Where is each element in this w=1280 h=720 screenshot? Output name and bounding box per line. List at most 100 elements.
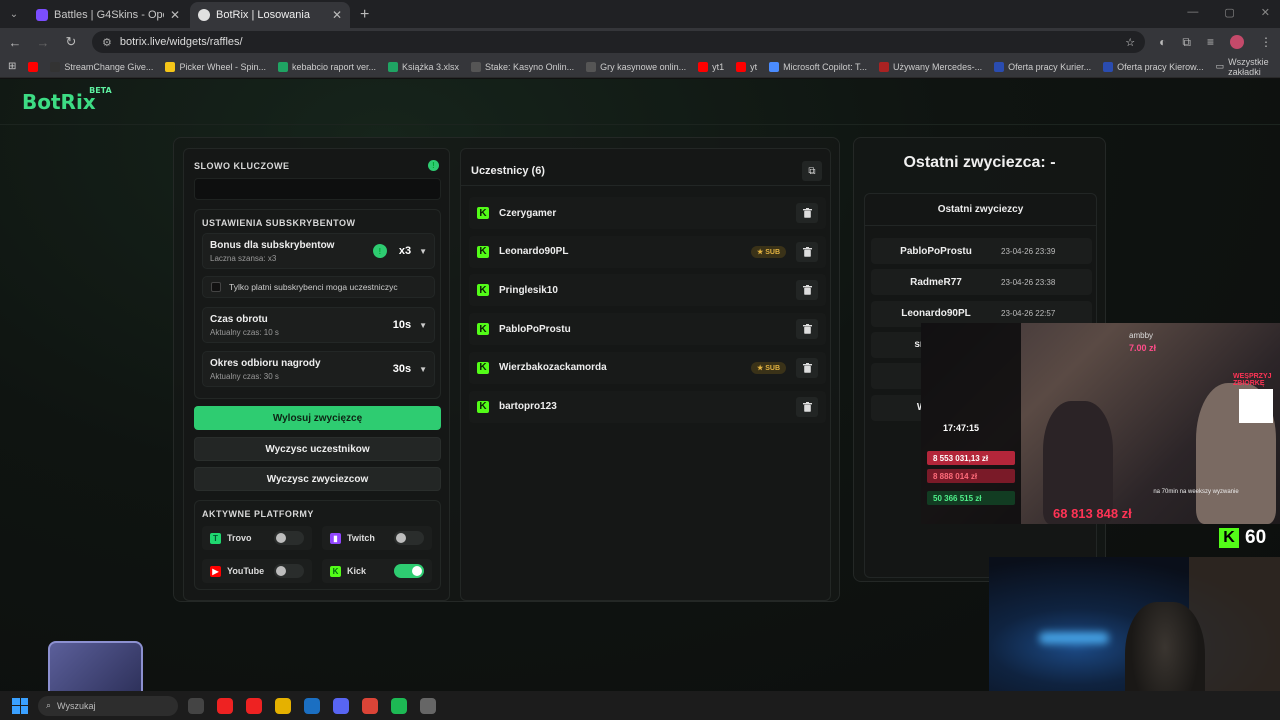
bookmark-label: yt — [750, 61, 758, 72]
platform-youtube: ▶ YouTube — [202, 559, 312, 583]
minimize-icon[interactable]: — — [1187, 6, 1198, 19]
taskbar-preview-thumbnail[interactable] — [48, 641, 143, 691]
bookmark-label: Gry kasynowe onlin... — [600, 61, 687, 72]
extensions-puzzle-icon[interactable]: ⧉ — [1182, 35, 1191, 50]
site-info-icon[interactable]: ⚙ — [102, 36, 112, 49]
tab-search-icon[interactable]: ⌄ — [0, 0, 28, 28]
menu-kebab-icon[interactable]: ⋮ — [1260, 35, 1272, 49]
bonus-subtitle: Laczna szansa: x3 — [210, 253, 277, 263]
info-icon[interactable]: ! — [372, 244, 387, 258]
keyword-input[interactable] — [194, 178, 441, 200]
twitch-toggle[interactable] — [394, 531, 424, 545]
taskbar-app-icon[interactable] — [188, 697, 204, 714]
youtube-icon: ▶ — [210, 565, 221, 577]
delete-icon[interactable] — [796, 280, 818, 301]
bookmark-label: Picker Wheel - Spin... — [179, 61, 266, 72]
delete-icon[interactable] — [796, 319, 818, 340]
taskbar-app-icon[interactable] — [246, 697, 262, 714]
taskbar-app-icon[interactable] — [420, 697, 436, 714]
clear-winners-button[interactable]: Wyczysc zwyciezcow — [194, 467, 441, 491]
bookmark-item[interactable]: Picker Wheel - Spin... — [165, 61, 266, 72]
apps-grid-icon[interactable]: ⊞ — [8, 61, 16, 72]
bookmark-item[interactable]: kebabcio raport ver... — [277, 61, 377, 72]
spin-time-select[interactable]: 10s ▼ — [393, 319, 427, 331]
clear-participants-button[interactable]: Wyczysc uczestnikow — [194, 437, 441, 461]
taskbar-app-icon[interactable] — [217, 697, 233, 714]
bookmark-star-icon[interactable]: ☆ — [1125, 36, 1135, 49]
bookmark-item[interactable] — [28, 61, 39, 72]
bookmark-favicon-icon — [586, 61, 597, 72]
balance-2: 8 888 014 zł — [927, 469, 1015, 483]
only-paid-row[interactable]: Tylko platni subskrybenci moga uczestnic… — [202, 276, 435, 298]
platform-name: Kick — [347, 566, 367, 576]
delete-icon[interactable] — [796, 203, 818, 223]
kick-viewer-count: K 60 — [1219, 527, 1266, 549]
maximize-icon[interactable]: ▢ — [1224, 6, 1234, 19]
info-icon[interactable]: ! — [428, 160, 439, 171]
search-icon: ⌕ — [46, 700, 52, 710]
all-bookmarks[interactable]: ▭ Wszystkie zakładki — [1216, 57, 1272, 77]
profile-avatar[interactable] — [1230, 35, 1244, 49]
subscriber-settings-label: USTAWIENIA SUBSKRYBENTOW — [202, 218, 356, 228]
taskbar-search[interactable]: ⌕ Wyszukaj — [38, 695, 178, 716]
draw-winner-button[interactable]: Wylosuj zwycięzcę — [194, 406, 441, 430]
spin-time-title: Czas obrotu — [210, 313, 268, 325]
platform-name: Twitch — [347, 533, 375, 543]
youtube-toggle[interactable] — [274, 564, 304, 578]
claim-time-value: 30s — [392, 363, 412, 375]
taskbar-app-icon[interactable] — [304, 697, 320, 714]
led-light — [1039, 632, 1109, 644]
delete-icon[interactable] — [796, 357, 818, 378]
settings-panel: SLOWO KLUCZOWE ! USTAWIENIA SUBSKRYBENTO… — [183, 148, 450, 601]
browser-toolbar: ← → ↻ ⚙ botrix.live/widgets/raffles/ ☆ ◐… — [0, 28, 1280, 56]
bonus-select[interactable]: x3 ▼ — [399, 245, 427, 257]
close-tab-icon[interactable]: ✕ — [170, 8, 180, 22]
windows-start-icon[interactable] — [12, 697, 28, 714]
bookmark-item[interactable]: Gry kasynowe onlin... — [586, 61, 687, 72]
extension-icon[interactable]: ◐ — [1159, 35, 1166, 49]
forward-icon[interactable]: → — [36, 35, 50, 50]
botrix-logo[interactable]: BotRix BETA — [22, 86, 112, 114]
media-icon[interactable]: ≡ — [1207, 35, 1214, 49]
copy-icon[interactable]: ⧉ — [802, 161, 822, 181]
bookmark-item[interactable]: yt1 — [698, 61, 725, 72]
delete-icon[interactable] — [796, 241, 818, 262]
bookmark-item[interactable]: Oferta pracy Kurier... — [994, 61, 1091, 72]
claim-time-select[interactable]: 30s ▼ — [393, 363, 427, 375]
platform-twitch: ▮ Twitch — [322, 526, 432, 550]
new-tab-button[interactable]: + — [352, 6, 377, 28]
kick-icon: K — [477, 207, 489, 219]
last-winner-title: Ostatni zwyciezca: - — [903, 154, 1056, 171]
bookmark-label: yt1 — [712, 61, 725, 72]
reload-icon[interactable]: ↻ — [64, 34, 78, 50]
tab-battles[interactable]: Battles | G4Skins - Open CS:GO ✕ — [28, 2, 188, 28]
delete-icon[interactable] — [796, 396, 818, 417]
tab-botrix[interactable]: BotRix | Losowania ✕ — [190, 2, 350, 28]
window-controls: — ▢ ✕ — [1187, 6, 1270, 19]
taskbar-app-icon[interactable] — [275, 697, 291, 714]
bookmark-item[interactable]: Oferta pracy Kierow... — [1103, 61, 1204, 72]
bookmark-item[interactable]: yt — [736, 61, 758, 72]
back-icon[interactable]: ← — [8, 35, 22, 50]
taskbar-app-icon[interactable] — [362, 697, 378, 714]
taskbar-app-icon[interactable] — [333, 697, 349, 714]
app-header: BotRix BETA — [0, 79, 1280, 125]
bookmark-item[interactable]: Książka 3.xlsx — [388, 61, 459, 72]
winner-time: 23-04-26 23:39 — [1001, 246, 1056, 256]
taskbar-app-icon[interactable] — [391, 697, 407, 714]
only-paid-checkbox[interactable] — [211, 282, 221, 292]
close-window-icon[interactable]: ✕ — [1261, 6, 1270, 19]
bookmark-label: StreamChange Give... — [64, 61, 154, 72]
close-tab-icon[interactable]: ✕ — [332, 8, 342, 22]
kick-icon: K — [330, 565, 341, 577]
bookmark-label: kebabcio raport ver... — [291, 61, 377, 72]
address-bar[interactable]: ⚙ botrix.live/widgets/raffles/ ☆ — [92, 31, 1146, 53]
bookmark-item[interactable]: Microsoft Copilot: T... — [769, 61, 867, 72]
tab-strip: ⌄ Battles | G4Skins - Open CS:GO ✕ BotRi… — [0, 0, 1280, 28]
trovo-icon: T — [210, 532, 221, 544]
trovo-toggle[interactable] — [274, 531, 304, 545]
bookmark-item[interactable]: StreamChange Give... — [50, 61, 154, 72]
kick-toggle[interactable] — [394, 564, 424, 578]
bookmark-item[interactable]: Stake: Kasyno Onlin... — [471, 61, 574, 72]
bookmark-item[interactable]: Używany Mercedes-... — [879, 61, 982, 72]
